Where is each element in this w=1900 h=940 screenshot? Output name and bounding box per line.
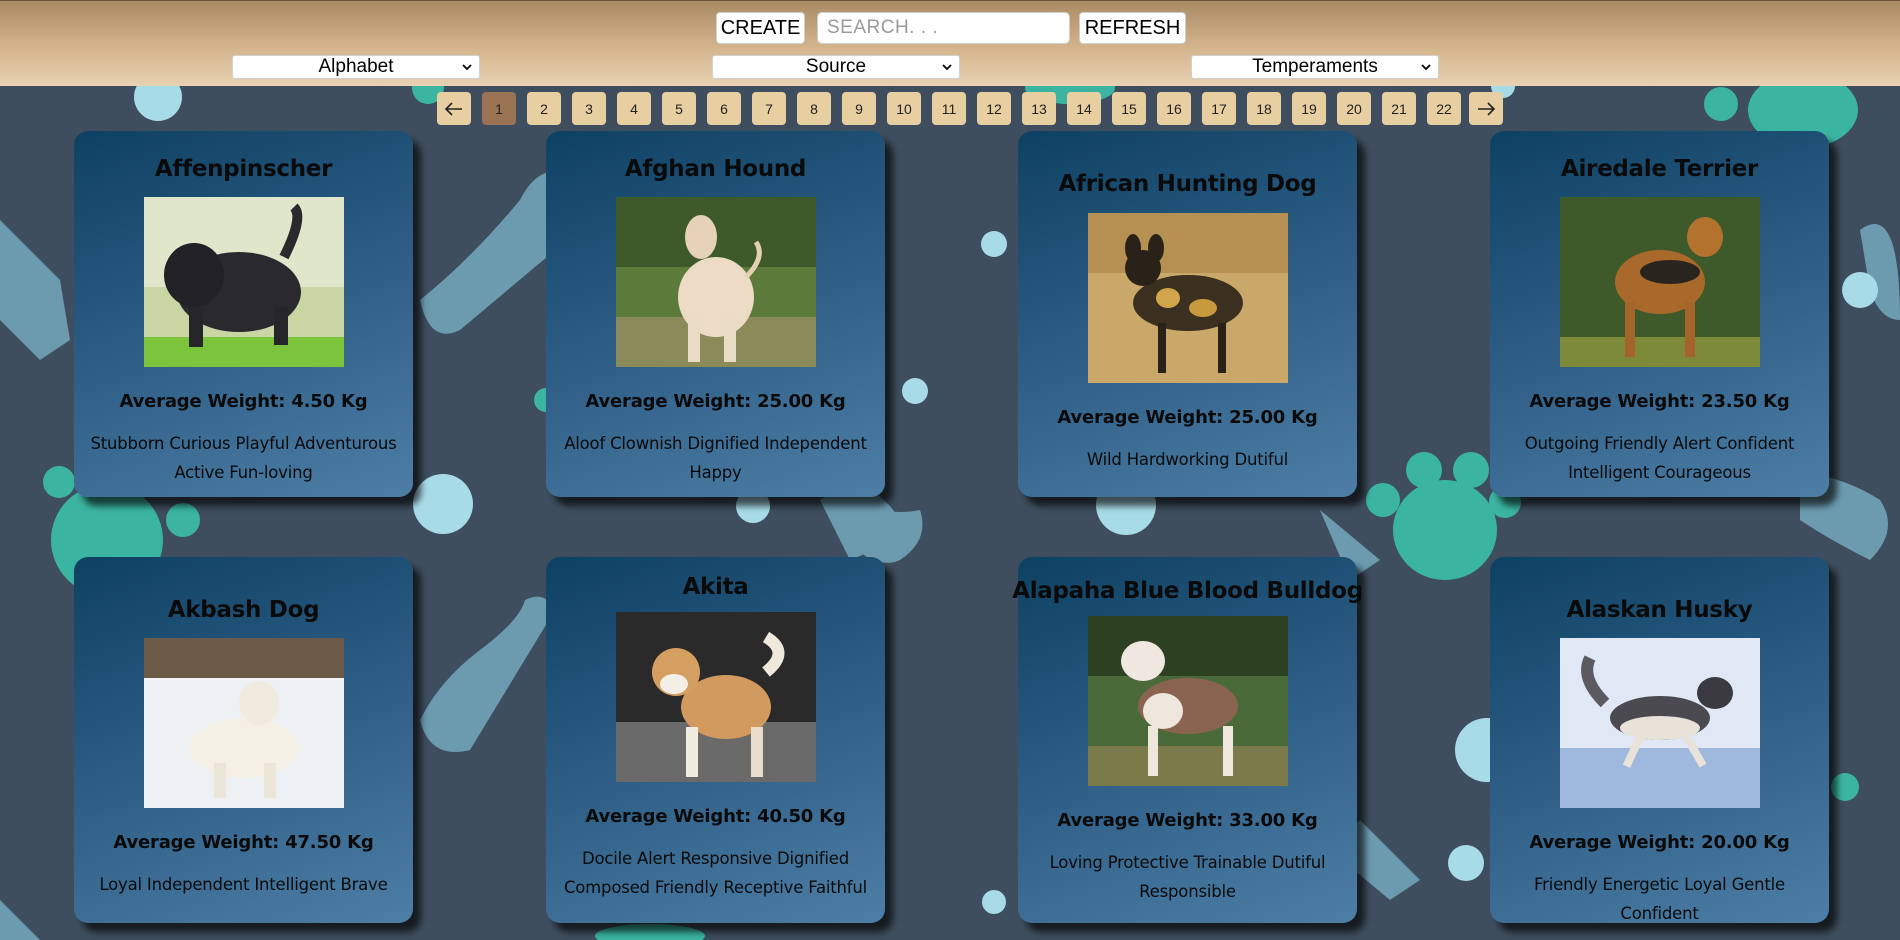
- page-button[interactable]: 11: [932, 92, 966, 125]
- breed-card[interactable]: African Hunting Dog Average Weight: 25.0…: [1018, 131, 1357, 497]
- chevron-down-icon: [462, 64, 472, 71]
- page-button[interactable]: 1: [482, 92, 516, 125]
- breed-photo: [615, 197, 816, 367]
- breed-card[interactable]: Alaskan Husky Average Weight: 20.00 Kg F…: [1490, 557, 1829, 923]
- page-button[interactable]: 8: [797, 92, 831, 125]
- create-button[interactable]: CREATE: [716, 12, 805, 44]
- source-filter-select[interactable]: Source: [712, 55, 960, 79]
- breed-name: Alapaha Blue Blood Bulldog: [1012, 578, 1363, 604]
- average-weight: Average Weight: 4.50 Kg: [119, 391, 368, 412]
- average-weight: Average Weight: 25.00 Kg: [585, 391, 846, 412]
- dog-photo-airedale-terrier: [1559, 197, 1760, 367]
- average-weight: Average Weight: 23.50 Kg: [1529, 391, 1790, 412]
- breed-card[interactable]: Affenpinscher Average Weight: 4.50 Kg St…: [74, 131, 413, 497]
- page-button[interactable]: 9: [842, 92, 876, 125]
- search-input[interactable]: [817, 12, 1070, 44]
- page-button[interactable]: 12: [977, 92, 1011, 125]
- breed-card[interactable]: Alapaha Blue Blood Bulldog Average Weigh…: [1012, 557, 1363, 923]
- arrow-left-icon: [444, 101, 462, 116]
- page-button[interactable]: 6: [707, 92, 741, 125]
- temperament-list: Outgoing Friendly Alert Confident Intell…: [1524, 434, 1795, 482]
- top-toolbar: CREATE REFRESH Alphabet Source Temperame…: [0, 0, 1900, 86]
- alphabet-filter-select[interactable]: Alphabet: [232, 55, 480, 79]
- previous-page-button[interactable]: [437, 92, 471, 125]
- page-button[interactable]: 2: [527, 92, 561, 125]
- temperament-list: Friendly Energetic Loyal Gentle Confiden…: [1534, 875, 1785, 923]
- page-button[interactable]: 15: [1112, 92, 1146, 125]
- temperaments-filter-select[interactable]: Temperaments: [1191, 55, 1439, 79]
- breed-photo: [143, 638, 344, 808]
- page-button[interactable]: 18: [1247, 92, 1281, 125]
- dog-photo-akbash-dog: [143, 638, 344, 808]
- breed-name: African Hunting Dog: [1058, 171, 1317, 197]
- page-button[interactable]: 16: [1157, 92, 1191, 125]
- page-button[interactable]: 10: [887, 92, 921, 125]
- breed-name: Akbash Dog: [167, 597, 320, 623]
- page-button[interactable]: 20: [1337, 92, 1371, 125]
- arrow-right-icon: [1478, 101, 1496, 116]
- source-filter-value: Source: [805, 56, 867, 77]
- page-button[interactable]: 17: [1202, 92, 1236, 125]
- page-button[interactable]: 19: [1292, 92, 1326, 125]
- page-button[interactable]: 4: [617, 92, 651, 125]
- average-weight: Average Weight: 20.00 Kg: [1529, 832, 1790, 853]
- alphabet-filter-value: Alphabet: [318, 56, 394, 77]
- breed-card[interactable]: Afghan Hound Average Weight: 25.00 Kg Al…: [546, 131, 885, 497]
- chevron-down-icon: [1421, 64, 1431, 71]
- dog-photo-alapaha-blue-blood-bulldog: [1087, 616, 1288, 786]
- breed-photo: [1559, 638, 1760, 808]
- refresh-button[interactable]: REFRESH: [1079, 12, 1186, 44]
- temperament-list: Loving Protective Trainable Dutiful Resp…: [1049, 853, 1326, 901]
- breed-photo: [1087, 616, 1288, 786]
- average-weight: Average Weight: 25.00 Kg: [1057, 407, 1318, 428]
- breed-name: Alaskan Husky: [1566, 597, 1753, 623]
- page-button[interactable]: 21: [1382, 92, 1416, 125]
- average-weight: Average Weight: 47.50 Kg: [113, 832, 374, 853]
- temperament-list: Stubborn Curious Playful Adventurous Act…: [90, 434, 397, 482]
- page-button[interactable]: 22: [1427, 92, 1461, 125]
- page-button[interactable]: 3: [572, 92, 606, 125]
- page-button[interactable]: 14: [1067, 92, 1101, 125]
- dog-photo-akita: [615, 612, 816, 782]
- temperament-list: Wild Hardworking Dutiful: [1086, 450, 1289, 469]
- dog-photo-alaskan-husky: [1559, 638, 1760, 808]
- breed-photo: [143, 197, 344, 367]
- breed-photo: [1559, 197, 1760, 367]
- temperament-list: Aloof Clownish Dignified Independent Hap…: [564, 434, 867, 482]
- breed-name: Afghan Hound: [624, 156, 807, 182]
- breed-name: Airedale Terrier: [1560, 156, 1759, 182]
- temperament-list: Loyal Independent Intelligent Brave: [99, 875, 388, 894]
- chevron-down-icon: [942, 64, 952, 71]
- breed-photo: [1087, 213, 1288, 383]
- dog-photo-afghan-hound: [615, 197, 816, 367]
- breed-photo: [615, 612, 816, 782]
- breed-card[interactable]: Airedale Terrier Average Weight: 23.50 K…: [1490, 131, 1829, 497]
- temperaments-filter-value: Temperaments: [1252, 56, 1378, 77]
- page-button[interactable]: 13: [1022, 92, 1056, 125]
- breed-name: Affenpinscher: [154, 156, 333, 182]
- dog-photo-african-hunting-dog: [1087, 213, 1288, 383]
- average-weight: Average Weight: 40.50 Kg: [585, 806, 846, 827]
- dog-photo-affenpinscher: [143, 197, 344, 367]
- breed-card[interactable]: Akbash Dog Average Weight: 47.50 Kg Loya…: [74, 557, 413, 923]
- average-weight: Average Weight: 33.00 Kg: [1057, 810, 1318, 831]
- temperament-list: Docile Alert Responsive Dignified Compos…: [563, 849, 868, 897]
- next-page-button[interactable]: [1469, 92, 1503, 125]
- breed-card[interactable]: Akita Average Weight: 40.50 Kg Docile Al…: [546, 557, 885, 923]
- breed-name: Akita: [682, 574, 749, 600]
- page-button[interactable]: 5: [662, 92, 696, 125]
- page-button[interactable]: 7: [752, 92, 786, 125]
